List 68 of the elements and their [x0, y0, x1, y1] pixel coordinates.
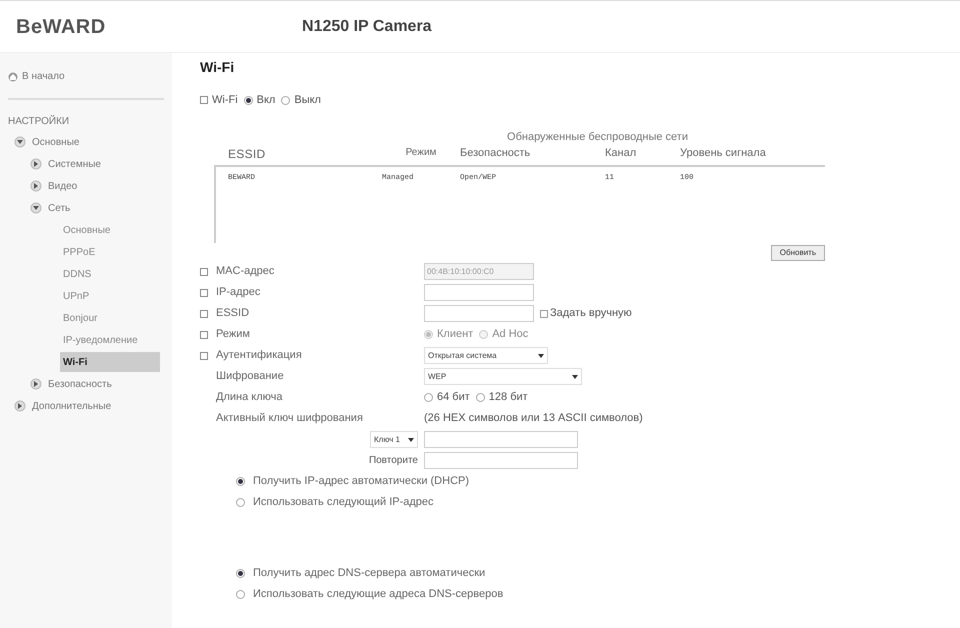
field-label: IP-адрес — [216, 285, 260, 300]
tree-item[interactable]: Дополнительные — [32, 398, 112, 414]
refresh-button[interactable]: Обновить — [770, 245, 825, 261]
menu-item[interactable]: DDNS — [60, 264, 160, 284]
radio-label: Клиент — [437, 327, 474, 342]
hint-text: (26 HEX символов или 13 ASCII символов) — [424, 411, 643, 426]
field-label: Шифрование — [216, 369, 284, 384]
square-bullet-icon — [200, 96, 208, 104]
menu-item[interactable]: PPPoE — [60, 242, 160, 262]
radio-label: Получить адрес DNS-сервера автоматически — [253, 566, 486, 582]
logo: BeWARD — [16, 16, 106, 38]
tree-item[interactable]: Сеть — [48, 200, 70, 216]
field-label: Режим — [216, 327, 250, 342]
text-input[interactable] — [424, 452, 578, 469]
column-header: Режим — [404, 146, 438, 160]
page-title: Wi-Fi — [200, 58, 236, 77]
menu-item[interactable]: IP-уведомление — [60, 330, 160, 350]
tree-item[interactable]: Системные — [48, 156, 101, 172]
radio-button[interactable] — [281, 96, 290, 105]
radio-button[interactable] — [424, 393, 433, 402]
radio-label: 128 бит — [488, 390, 528, 406]
radio-label: Ad Hoc — [492, 327, 528, 342]
radio-button[interactable] — [476, 393, 485, 402]
radio-button[interactable] — [236, 590, 245, 599]
radio-label: Использовать следующие адреса DNS-серверов — [253, 587, 504, 602]
field-label: MAC-адрес — [216, 264, 274, 280]
home-link[interactable]: В начало — [22, 69, 65, 84]
table-caption: Обнаруженные беспроводные сети — [506, 130, 689, 144]
field-label: ESSID — [216, 306, 250, 322]
radio-button[interactable] — [244, 96, 253, 105]
caret-icon — [538, 354, 544, 358]
tree-item[interactable]: Безопасность — [48, 376, 112, 392]
field-label: Wi-Fi — [212, 93, 238, 108]
menu-item[interactable]: Bonjour — [60, 308, 160, 328]
column-header: Уровень сигнала — [680, 146, 767, 161]
field-label: Длина ключа — [216, 390, 282, 406]
field-label: Аутентификация — [216, 348, 302, 364]
dropdown[interactable]: Ключ 1 — [370, 431, 418, 448]
text-input[interactable] — [424, 305, 534, 322]
radio-label: Выкл — [294, 93, 321, 108]
dropdown[interactable]: Открытая система — [424, 347, 548, 364]
caret-icon — [408, 438, 414, 442]
radio-button[interactable] — [236, 569, 245, 578]
radio-button[interactable] — [236, 477, 245, 486]
caret-icon — [572, 374, 578, 378]
checkbox-label: Задать вручную — [550, 306, 632, 322]
radio-label: Вкл — [256, 93, 276, 108]
text-input[interactable] — [424, 431, 578, 448]
column-header: ESSID — [228, 146, 267, 163]
page-header-title: N1250 IP Camera — [302, 16, 432, 36]
checkbox[interactable] — [540, 310, 548, 318]
radio-label: 64 бит — [437, 390, 470, 406]
home-icon — [8, 72, 18, 82]
section-heading: НАСТРОЙКИ — [8, 114, 70, 129]
column-header: Канал — [605, 146, 638, 161]
text-input[interactable] — [424, 284, 534, 301]
menu-item[interactable]: UPnP — [60, 286, 160, 306]
dropdown[interactable]: WEP — [424, 368, 582, 385]
column-header: Безопасность — [460, 146, 532, 161]
field-label: Активный ключ шифрования — [216, 411, 363, 426]
tree-item[interactable]: Основные — [32, 134, 80, 150]
tree-item[interactable]: Видео — [48, 178, 78, 194]
menu-item[interactable]: Основные — [60, 220, 160, 240]
radio-label: Использовать следующий IP-адрес — [253, 495, 434, 510]
radio-button[interactable] — [236, 498, 245, 507]
field-label: Повторите — [368, 454, 418, 468]
radio-label: Получить IP-адрес автоматически (DHCP) — [253, 474, 470, 490]
menu-item[interactable]: Wi-Fi — [60, 352, 160, 372]
